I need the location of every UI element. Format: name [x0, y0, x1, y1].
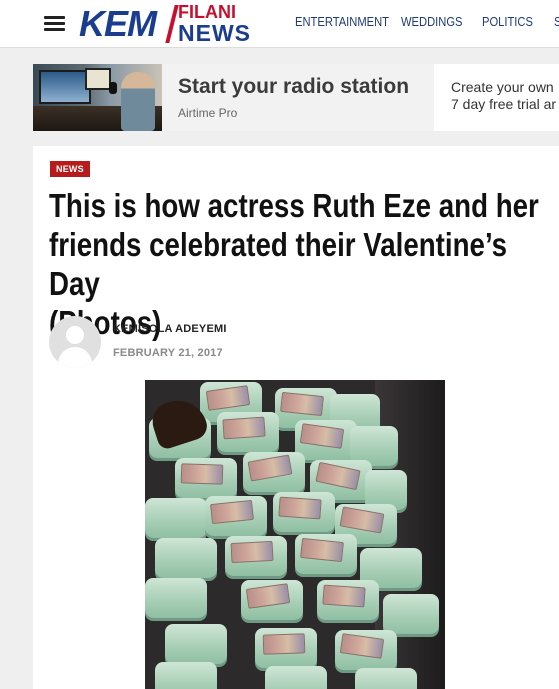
ad-banner[interactable]: Start your radio station Airtime Pro Cre… [33, 64, 559, 131]
headline-line-1: This is how actress Ruth Eze and her [49, 187, 539, 224]
hamburger-menu-icon[interactable] [44, 16, 65, 32]
nav-politics[interactable]: POLITICS [482, 14, 533, 29]
logo-news: NEWS [178, 20, 251, 46]
ad-desc-line1: Create your own [451, 79, 554, 95]
headline-line-2: friends celebrated their Valentine’s Day [49, 226, 508, 302]
category-badge[interactable]: NEWS [50, 161, 90, 177]
site-header: KEM FILANI NEWS ENTERTAINMENT WEDDINGS P… [0, 0, 559, 48]
publish-date: FEBRUARY 21, 2017 [113, 347, 223, 359]
nav-entertainment[interactable]: ENTERTAINMENT [295, 14, 389, 29]
ad-description: Create your own 7 day free trial ar [434, 64, 559, 131]
author-name[interactable]: KEMISOLA ADEYEMI [113, 323, 227, 335]
avatar-placeholder-icon[interactable] [49, 316, 101, 368]
ad-desc-line2: 7 day free trial ar [451, 96, 557, 112]
article-card: NEWS This is how actress Ruth Eze and he… [33, 146, 559, 689]
article-headline: This is how actress Ruth Eze and her fri… [49, 186, 549, 342]
article-photo[interactable] [145, 380, 445, 689]
logo-kem: KEM [79, 3, 157, 44]
ad-sponsor: Airtime Pro [178, 106, 238, 120]
ad-image [33, 64, 162, 131]
logo-divider [165, 5, 179, 43]
nav-truncated[interactable]: S [554, 14, 559, 29]
site-logo[interactable]: KEM FILANI NEWS [79, 3, 269, 46]
nav-weddings[interactable]: WEDDINGS [401, 14, 462, 29]
ad-title: Start your radio station [178, 75, 410, 98]
ad-text-block: Start your radio station Airtime Pro [162, 64, 434, 131]
